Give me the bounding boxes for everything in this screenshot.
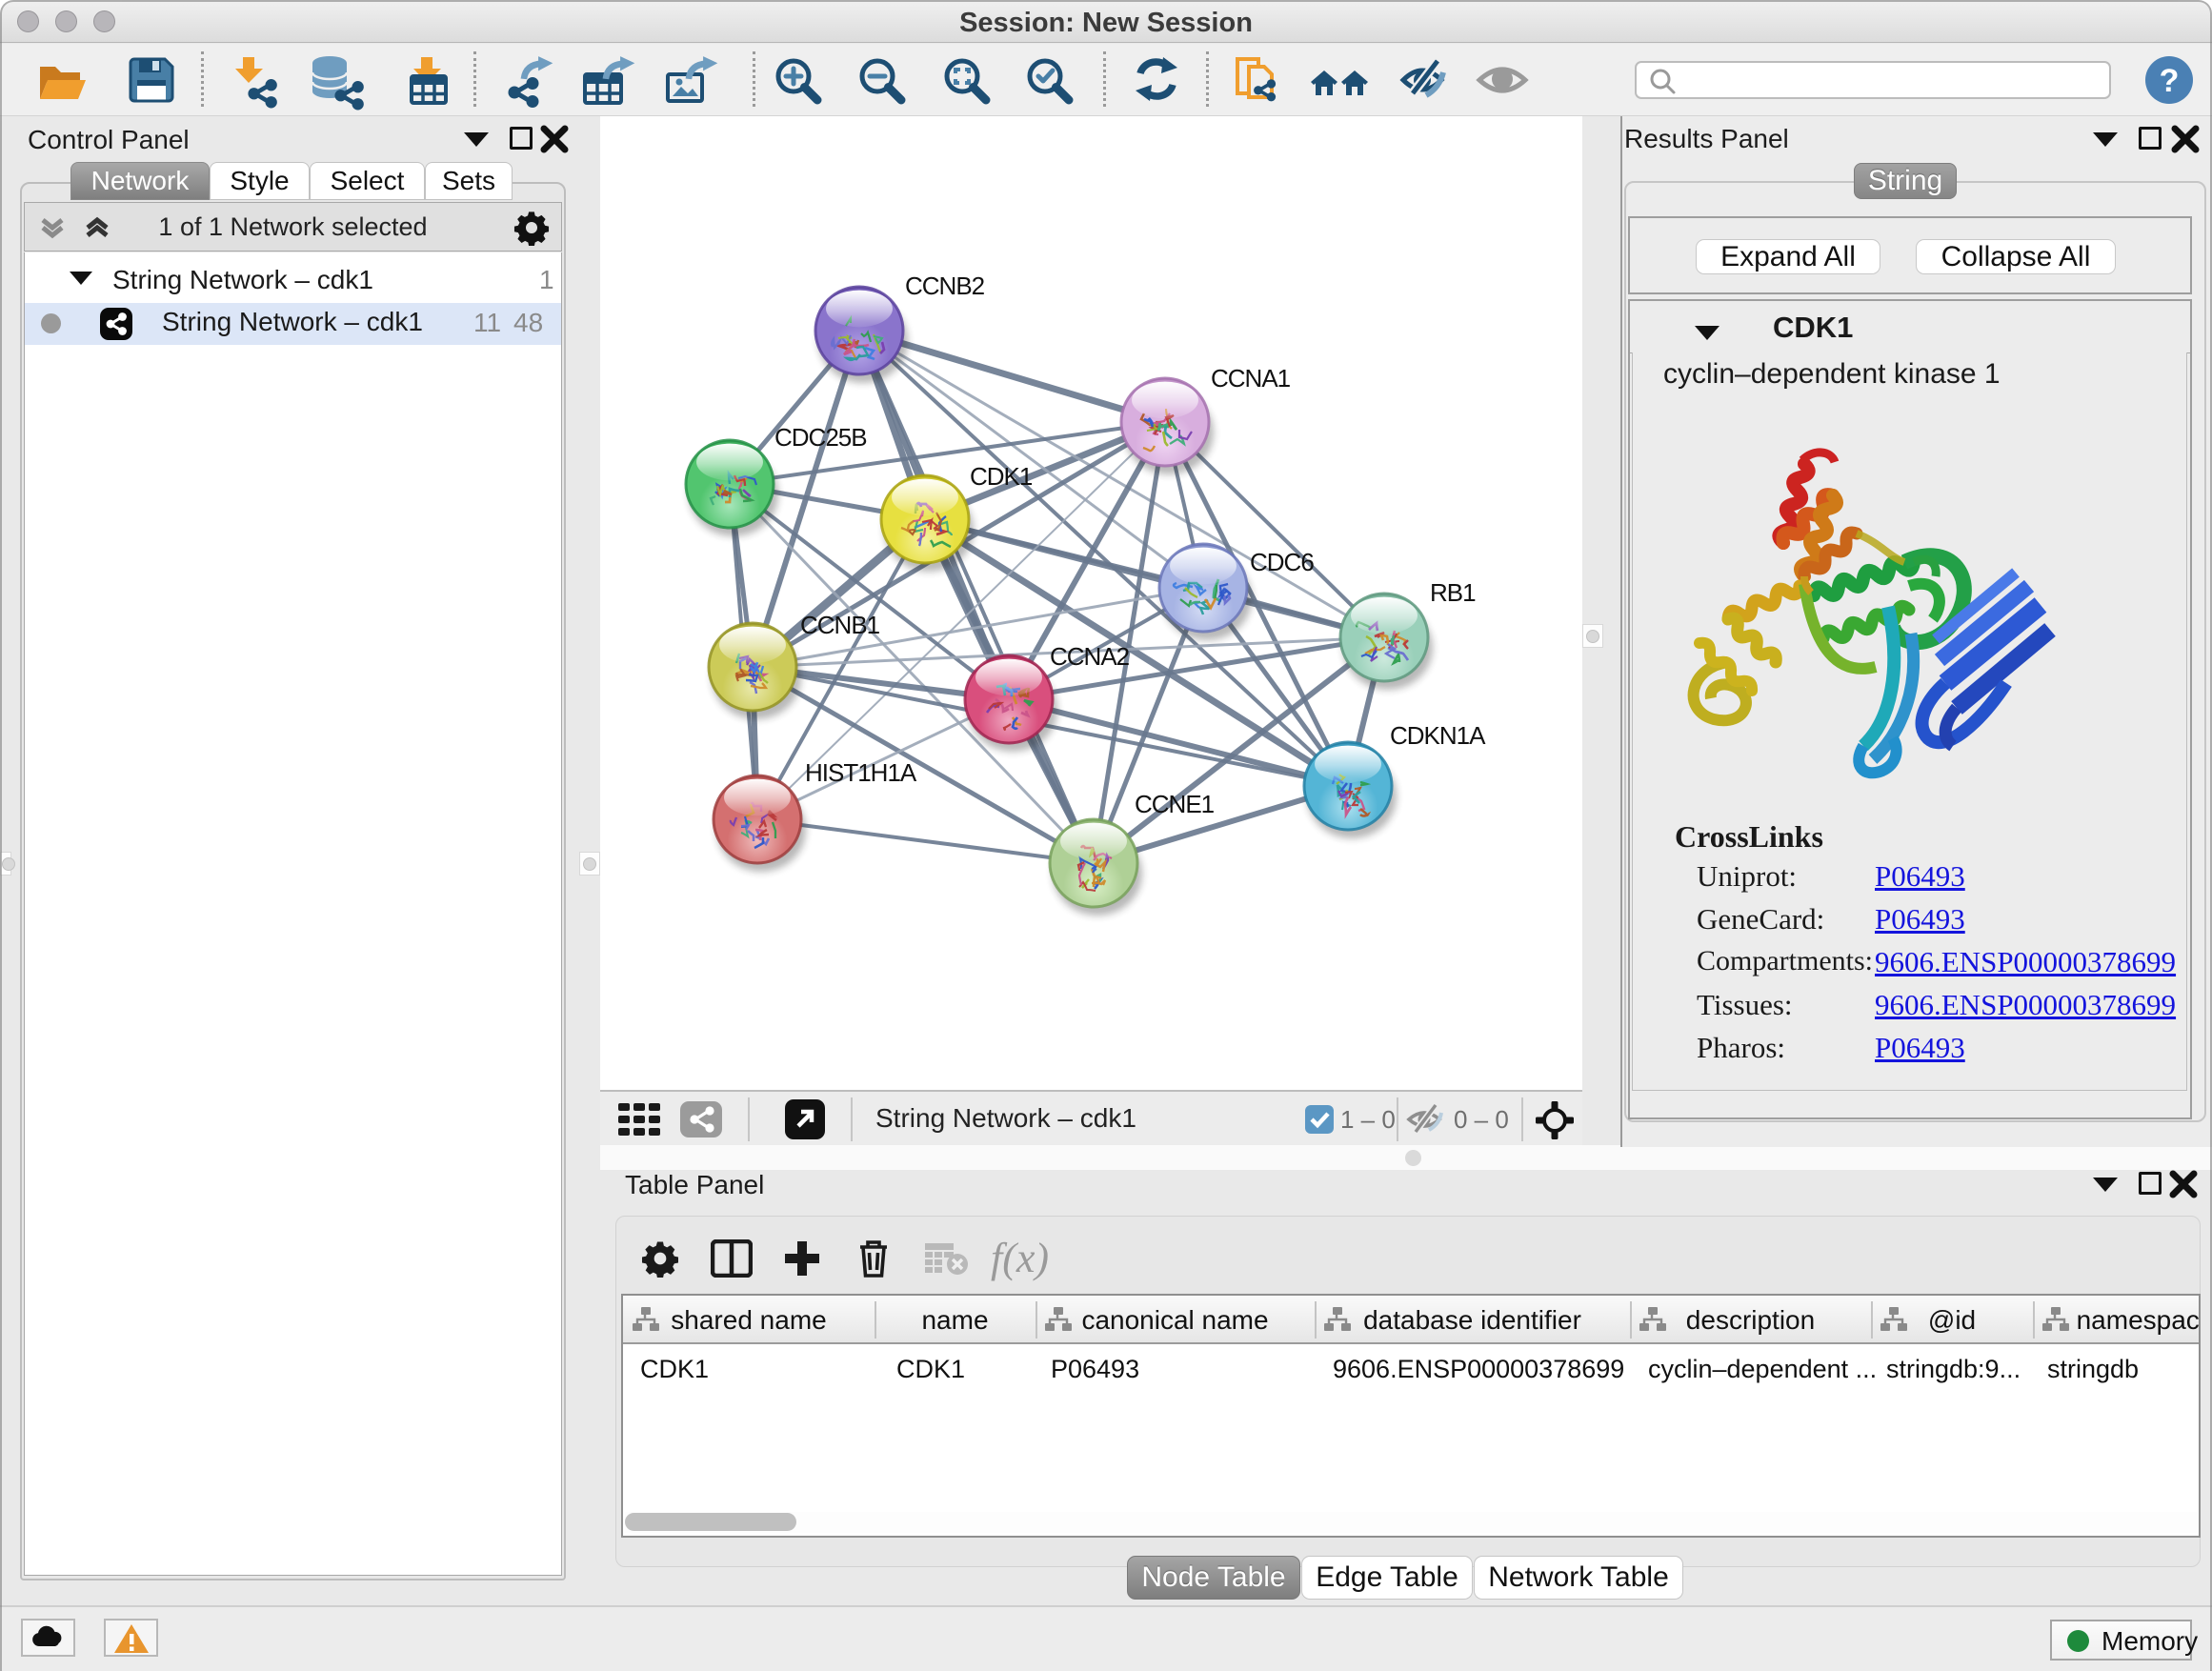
svg-text:CDC25B: CDC25B [774,423,867,452]
svg-text:CDK1: CDK1 [970,462,1033,491]
svg-text:HIST1H1A: HIST1H1A [805,758,917,787]
svg-text:CDC6: CDC6 [1250,548,1314,576]
svg-text:RB1: RB1 [1430,578,1476,607]
svg-text:CCNB2: CCNB2 [905,272,985,300]
svg-text:CCNA2: CCNA2 [1050,642,1130,671]
svg-text:?: ? [2160,63,2180,99]
svg-text:CCNE1: CCNE1 [1135,790,1215,818]
svg-text:CCNA1: CCNA1 [1211,364,1291,393]
svg-text:CCNB1: CCNB1 [800,611,880,639]
svg-text:CDKN1A: CDKN1A [1390,721,1486,750]
